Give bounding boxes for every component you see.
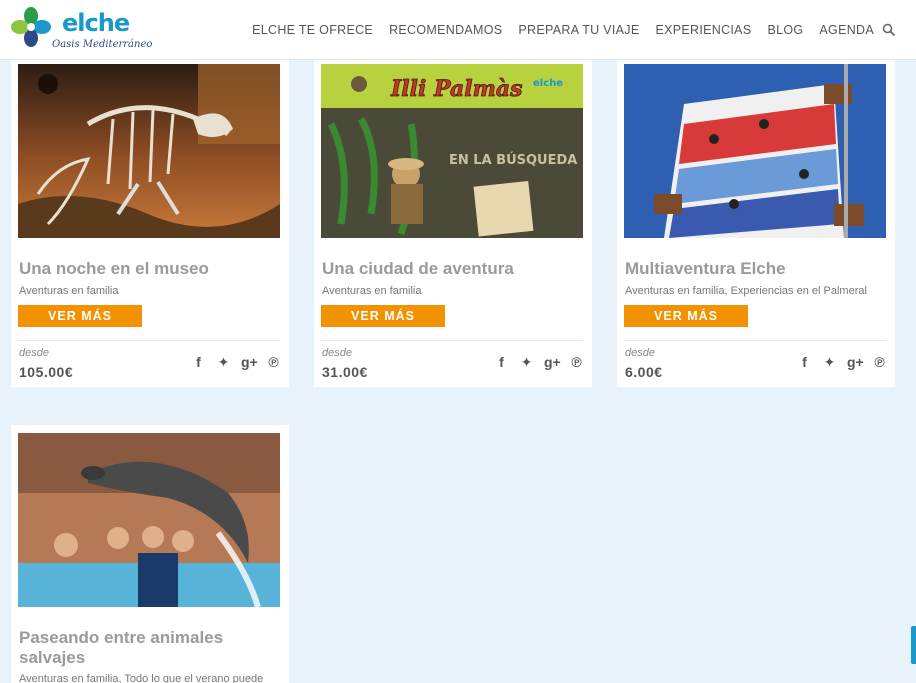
facebook-icon[interactable]: f (494, 355, 509, 370)
site-header: elche Oasis Mediterráneo ELCHE TE OFRECE… (0, 0, 916, 60)
side-feedback-tab[interactable] (911, 626, 916, 664)
poster-subtitle: EN LA BÚSQUEDA DE LOS DRAGONES (449, 152, 583, 168)
nav-agenda[interactable]: AGENDA (819, 23, 874, 37)
pinterest-icon[interactable]: ℗ (266, 355, 281, 370)
card-image-poster[interactable]: Illi Palmàs elche EN LA BÚSQUEDA DE LOS … (321, 64, 583, 238)
facebook-icon[interactable]: f (797, 355, 812, 370)
poster-logo: elche (533, 78, 563, 89)
price-prefix: desde (625, 347, 655, 359)
card-category[interactable]: Aventuras en familia, Todo lo que el ver… (19, 673, 281, 683)
card-divider (321, 340, 583, 341)
activity-card: Una noche en el museo Aventuras en famil… (11, 60, 289, 387)
ver-mas-button[interactable]: VER MÁS (624, 305, 748, 327)
card-category[interactable]: Aventuras en familia, Experiencias en el… (625, 285, 887, 297)
nav-recomendamos[interactable]: RECOMENDAMOS (389, 23, 502, 37)
twitter-icon[interactable]: ✦ (822, 355, 837, 370)
poster-title: Illi Palmàs (390, 76, 523, 102)
social-share: f ✦ g+ ℗ (191, 355, 281, 370)
social-share: f ✦ g+ ℗ (494, 355, 584, 370)
card-price: 105.00€ (19, 364, 74, 380)
activity-card: Paseando entre animales salvajes Aventur… (11, 425, 289, 683)
card-title[interactable]: Una ciudad de aventura (322, 259, 584, 279)
activity-card: Illi Palmàs elche EN LA BÚSQUEDA DE LOS … (314, 60, 592, 387)
google-plus-icon[interactable]: g+ (847, 355, 864, 370)
social-share: f ✦ g+ ℗ (797, 355, 887, 370)
twitter-icon[interactable]: ✦ (216, 355, 231, 370)
card-image-dinosaur[interactable] (18, 64, 280, 238)
nav-experiencias[interactable]: EXPERIENCIAS (655, 23, 751, 37)
facebook-icon[interactable]: f (191, 355, 206, 370)
main-nav: ELCHE TE OFRECE RECOMENDAMOS PREPARA TU … (236, 0, 896, 60)
card-category[interactable]: Aventuras en familia (19, 285, 281, 297)
price-prefix: desde (19, 347, 49, 359)
card-title[interactable]: Una noche en el museo (19, 259, 281, 279)
logo-tagline: Oasis Mediterráneo (52, 39, 153, 50)
card-image-sea-lion[interactable] (18, 433, 280, 607)
nav-elche-te-ofrece[interactable]: ELCHE TE OFRECE (252, 23, 373, 37)
card-title[interactable]: Multiaventura Elche (625, 259, 887, 279)
card-price: 31.00€ (322, 364, 368, 380)
search-icon[interactable] (882, 23, 896, 37)
card-divider (624, 340, 886, 341)
logo-flower-icon (11, 7, 51, 47)
card-price: 6.00€ (625, 364, 663, 380)
card-category[interactable]: Aventuras en familia (322, 285, 584, 297)
google-plus-icon[interactable]: g+ (544, 355, 561, 370)
pinterest-icon[interactable]: ℗ (569, 355, 584, 370)
logo-wordmark: elche (62, 9, 130, 37)
ver-mas-button[interactable]: VER MÁS (18, 305, 142, 327)
card-divider (18, 340, 280, 341)
card-title[interactable]: Paseando entre animales salvajes (19, 628, 281, 668)
elche-logo[interactable]: elche Oasis Mediterráneo (10, 6, 153, 56)
google-plus-icon[interactable]: g+ (241, 355, 258, 370)
pinterest-icon[interactable]: ℗ (872, 355, 887, 370)
ver-mas-button[interactable]: VER MÁS (321, 305, 445, 327)
nav-prepara-tu-viaje[interactable]: PREPARA TU VIAJE (518, 23, 639, 37)
activity-card: Multiaventura Elche Aventuras en familia… (617, 60, 895, 387)
twitter-icon[interactable]: ✦ (519, 355, 534, 370)
card-image-climbing-wall[interactable] (624, 64, 886, 238)
price-prefix: desde (322, 347, 352, 359)
nav-blog[interactable]: BLOG (767, 23, 803, 37)
